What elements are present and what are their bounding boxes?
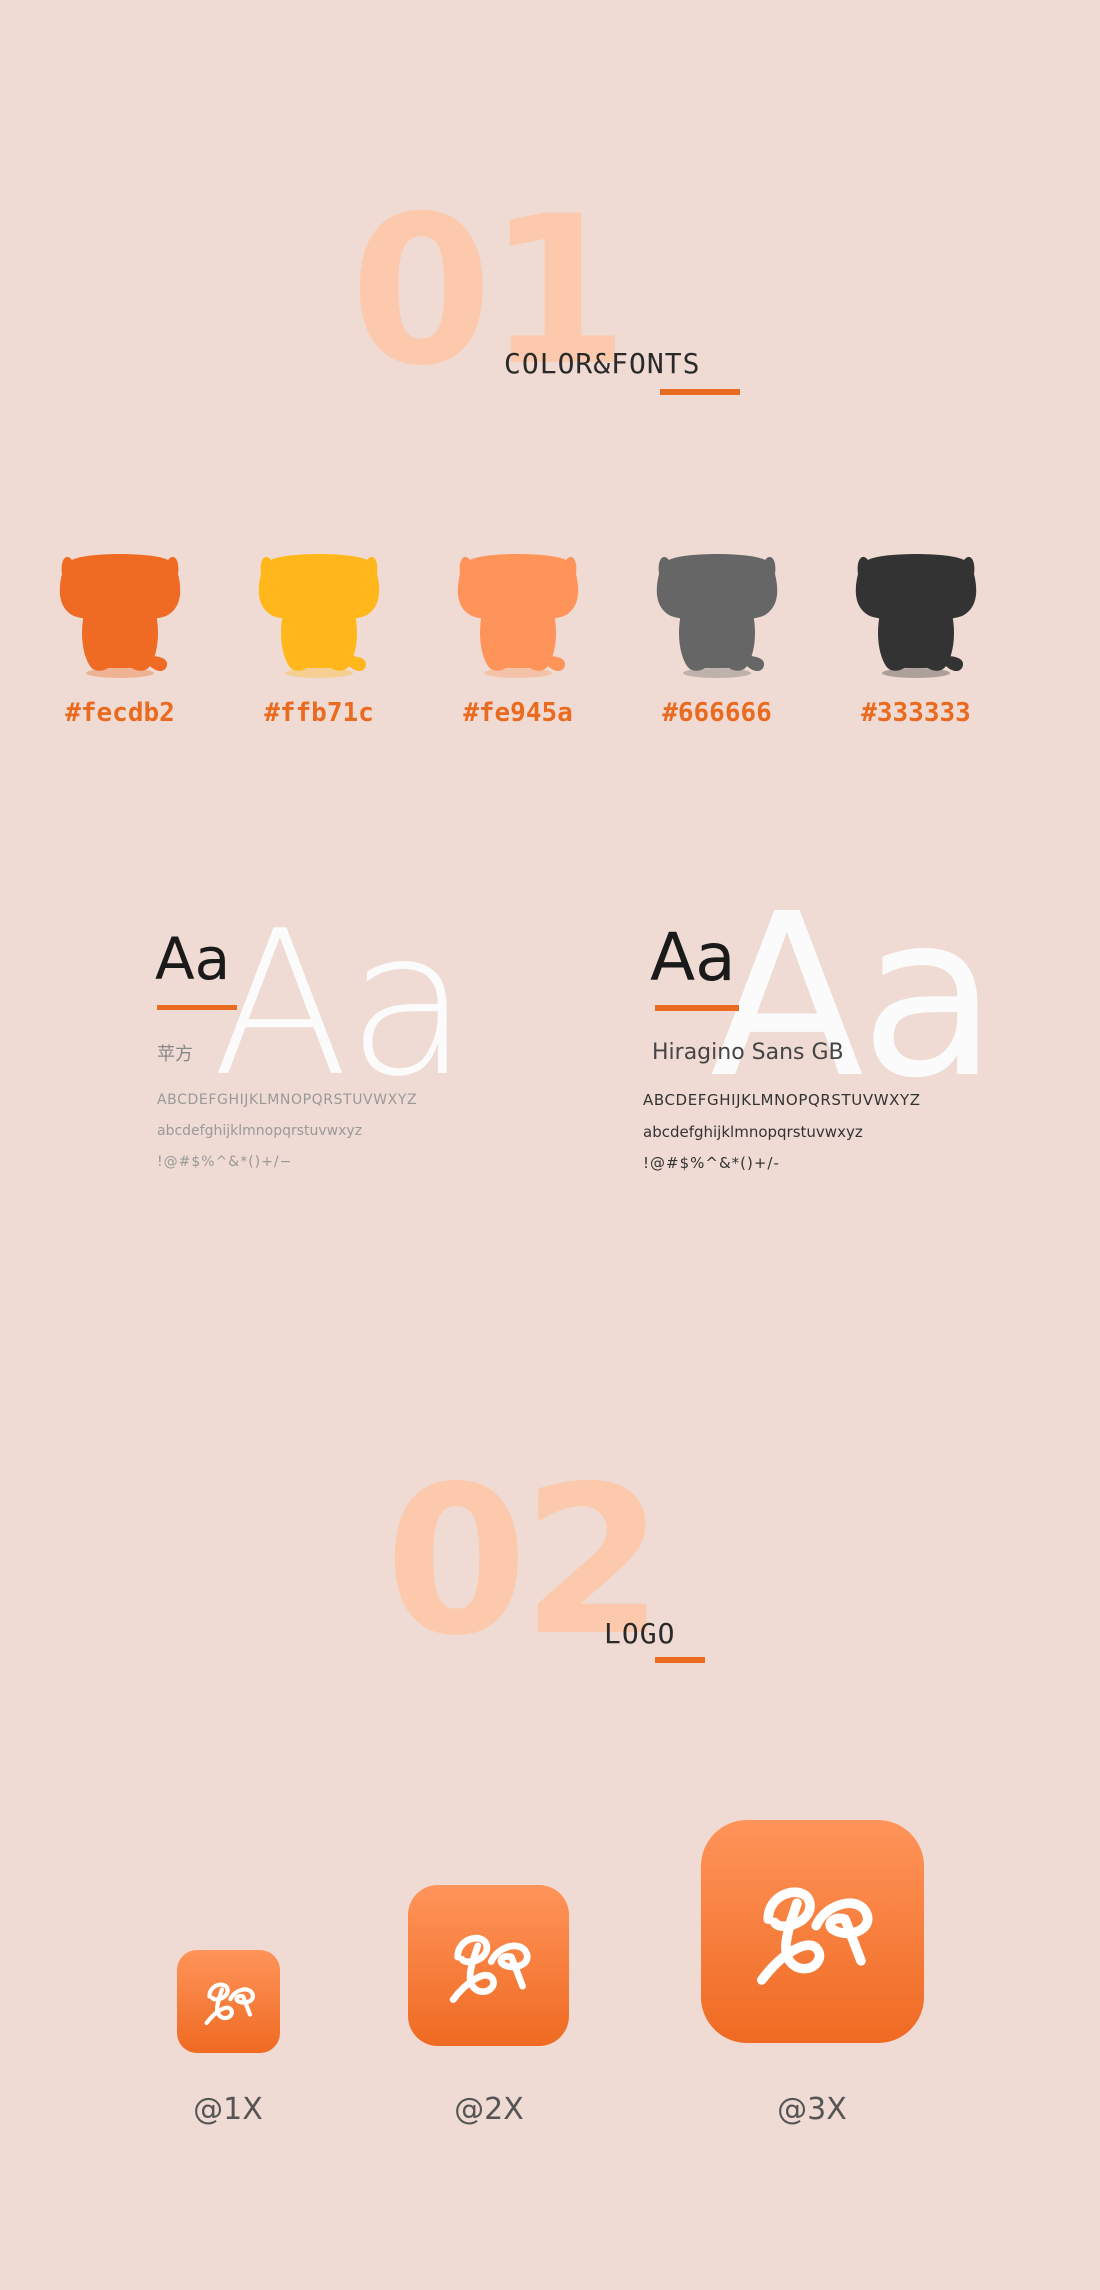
font-underline xyxy=(655,1005,739,1011)
cat-silhouette-icon xyxy=(457,554,579,678)
logo-scale-label: @1X xyxy=(193,2092,263,2127)
cat-silhouette-icon xyxy=(258,554,380,678)
logo-glyph-icon xyxy=(733,1852,893,2012)
font-charset-upper: ABCDEFGHIJKLMNOPQRSTUVWXYZ xyxy=(643,1091,921,1109)
font-charset-lower: abcdefghijklmnopqrstuvwxyz xyxy=(157,1123,363,1139)
font-name: 苹方 xyxy=(157,1044,193,1065)
section-title: COLOR&FONTS xyxy=(504,347,701,380)
color-hex-label: #fecdb2 xyxy=(65,698,175,728)
font-name: Hiragino Sans GB xyxy=(652,1040,844,1065)
font-underline xyxy=(157,1005,237,1010)
font-charset-symbols: !@#$%^&*()+/- xyxy=(643,1154,780,1172)
logo-scale-label: @3X xyxy=(777,2092,847,2127)
color-hex-label: #666666 xyxy=(662,698,772,728)
logo-glyph-icon xyxy=(433,1910,545,2022)
cat-silhouette-icon xyxy=(59,554,181,678)
color-hex-label: #ffb71c xyxy=(264,698,374,728)
color-hex-label: #fe945a xyxy=(463,698,573,728)
app-logo-1x xyxy=(177,1950,280,2053)
font-charset-lower: abcdefghijklmnopqrstuvwxyz xyxy=(643,1123,863,1141)
color-hex-label: #333333 xyxy=(861,698,971,728)
section-title: LOGO xyxy=(604,1617,676,1650)
font-sample-large: Aa xyxy=(212,888,469,1121)
logo-glyph-icon xyxy=(194,1967,264,2037)
logo-scale-label: @2X xyxy=(454,2092,524,2127)
app-logo-2x xyxy=(408,1885,569,2046)
font-sample-small: Aa xyxy=(155,925,231,993)
font-charset-upper: ABCDEFGHIJKLMNOPQRSTUVWXYZ xyxy=(157,1092,418,1108)
font-charset-symbols: !@#$%^&*()+/− xyxy=(157,1154,293,1170)
section-title-underline xyxy=(655,1657,705,1663)
font-sample-large: Aa xyxy=(710,866,998,1128)
cat-silhouette-icon xyxy=(855,554,977,678)
section-title-underline xyxy=(660,389,740,395)
cat-silhouette-icon xyxy=(656,554,778,678)
app-logo-3x xyxy=(701,1820,924,2043)
font-sample-small: Aa xyxy=(650,919,736,996)
